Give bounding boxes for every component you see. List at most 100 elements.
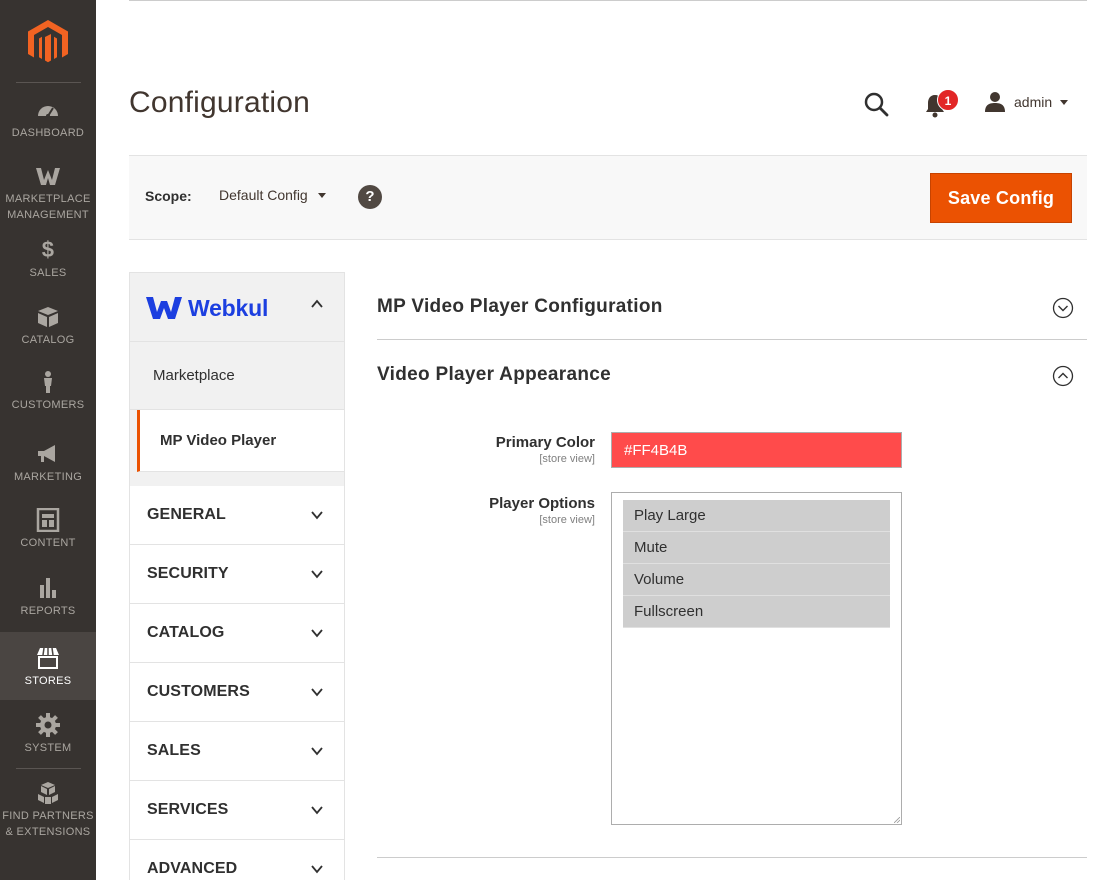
magento-logo-icon[interactable] [28,20,68,64]
nav-label: STORES [24,675,72,687]
option-fullscreen[interactable]: Fullscreen [623,596,890,628]
chevron-up-icon [311,299,323,308]
chevron-down-icon [311,806,323,815]
section-catalog[interactable]: CATALOG [129,604,345,663]
section-customers[interactable]: CUSTOMERS [129,663,345,722]
section-label: CUSTOMERS [147,683,250,700]
nav-item-system[interactable]: SYSTEM [0,713,96,757]
scope-switcher[interactable]: Default Config [219,187,326,203]
user-icon [985,92,1005,112]
notifications-count-badge[interactable]: 1 [937,89,959,111]
section-label: SERVICES [147,801,229,818]
webkul-logo-icon [146,297,182,319]
nav-item-dashboard[interactable]: DASHBOARD [0,98,96,146]
nav-item-sales[interactable]: $ SALES [0,238,96,282]
nav-label: CATALOG [21,334,75,346]
player-options-label: Player Options [store view] [420,495,595,527]
sidebar-item-marketplace[interactable]: Marketplace [130,342,344,410]
field-label-text: Player Options [489,495,595,512]
section-services[interactable]: SERVICES [129,781,345,840]
section-sales[interactable]: SALES [129,722,345,781]
nav-item-marketplace-management[interactable]: MARKETPLACE MANAGEMENT [0,164,96,222]
bar-chart-icon [40,578,56,598]
nav-item-find-partners[interactable]: FIND PARTNERS & EXTENSIONS [0,781,96,839]
chevron-down-icon [311,570,323,579]
webkul-brand: Webkul [146,294,268,322]
save-config-button[interactable]: Save Config [930,173,1072,223]
option-play-large[interactable]: Play Large [623,500,890,532]
nav-label: CONTENT [20,537,76,549]
top-divider [129,0,1087,1]
global-search-button[interactable] [862,90,890,118]
group-title: Video Player Appearance [377,364,611,385]
nav-label: REPORTS [20,605,76,617]
dashboard-icon [38,106,58,118]
scope-bar: Scope: Default Config ? Save Config [129,155,1087,240]
content-divider [377,857,1087,858]
nav-label: DASHBOARD [11,127,85,139]
field-label-text: Primary Color [495,434,595,451]
section-label: CATALOG [147,624,225,641]
resize-grip-icon[interactable] [894,817,900,823]
config-tabs: Webkul Marketplace MP Video Player GENER… [129,272,345,880]
player-options-multiselect[interactable]: Play Large Mute Volume Fullscreen [611,492,902,825]
search-icon [864,92,889,117]
nav-label: SALES [29,267,67,279]
nav-label: FIND PARTNERS & EXTENSIONS [2,810,94,838]
cubes-icon [38,782,58,804]
nav-label: SYSTEM [24,742,72,754]
dollar-icon: $ [41,237,55,262]
gear-icon [36,713,60,737]
nav-item-catalog[interactable]: CATALOG [0,305,96,351]
sidebar-item-mp-video-player[interactable]: MP Video Player [137,410,344,472]
store-icon [37,647,59,669]
admin-sidebar: DASHBOARD MARKETPLACE MANAGEMENT $ SALES… [0,0,96,880]
nav-divider [16,82,81,83]
option-mute[interactable]: Mute [623,532,890,564]
nav-item-marketing[interactable]: MARKETING [0,442,96,486]
nav-divider [16,768,81,769]
person-icon [44,371,52,393]
nav-item-stores[interactable]: STORES [0,632,96,700]
primary-color-label: Primary Color [store view] [420,434,595,466]
chevron-down-icon [311,747,323,756]
field-scope-text: [store view] [539,514,595,526]
webkul-sub-items: Marketplace MP Video Player [129,342,345,472]
box-icon [38,307,58,327]
caret-down-icon [317,192,326,198]
chevron-down-icon [311,629,323,638]
primary-color-input[interactable] [611,432,902,468]
nav-item-reports[interactable]: REPORTS [0,576,96,620]
group-video-player-appearance[interactable]: Video Player Appearance [377,360,1087,400]
circle-chevron-up-icon [1052,365,1074,387]
nav-label: MARKETING [13,471,83,483]
user-name: admin [1014,94,1053,110]
group-title: MP Video Player Configuration [377,296,663,317]
section-general[interactable]: GENERAL [129,486,345,545]
section-security[interactable]: SECURITY [129,545,345,604]
scope-label: Scope: [145,188,192,204]
circle-chevron-down-icon [1052,297,1074,319]
field-scope-text: [store view] [539,453,595,465]
chevron-down-icon [311,865,323,874]
webkul-wordmark: Webkul [188,294,269,321]
scope-value: Default Config [219,187,308,203]
layout-icon [36,508,60,532]
chevron-down-icon [311,511,323,520]
section-label: ADVANCED [147,860,238,877]
section-label: SECURITY [147,565,229,582]
scope-help-button[interactable]: ? [358,185,382,209]
nav-label: CUSTOMERS [11,399,85,411]
section-label: SALES [147,742,201,759]
user-account-menu[interactable]: admin [984,90,1069,114]
chevron-down-icon [311,688,323,697]
section-advanced[interactable]: ADVANCED [129,840,345,880]
option-volume[interactable]: Volume [623,564,890,596]
tab-group-webkul[interactable]: Webkul [129,272,345,342]
section-label: GENERAL [147,506,226,523]
page-title: Configuration [129,86,311,119]
nav-item-customers[interactable]: CUSTOMERS [0,370,96,416]
nav-label: MARKETPLACE MANAGEMENT [5,193,91,221]
nav-item-content[interactable]: CONTENT [0,508,96,552]
group-mp-video-player-configuration[interactable]: MP Video Player Configuration [377,290,1087,340]
